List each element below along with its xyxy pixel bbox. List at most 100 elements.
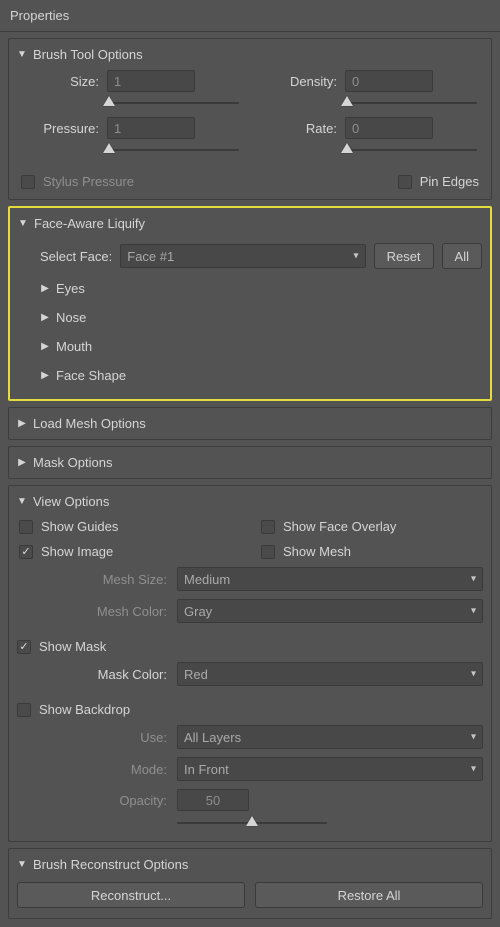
size-input[interactable] [107, 70, 195, 92]
eyes-label: Eyes [56, 281, 85, 296]
mask-color-value: Red [184, 667, 208, 682]
rate-slider[interactable] [345, 142, 477, 158]
show-image-label: Show Image [41, 544, 113, 559]
disclosure-right-icon: ▶ [40, 341, 50, 352]
mesh-size-dropdown[interactable]: Medium ▾ [177, 567, 483, 591]
pressure-input[interactable] [107, 117, 195, 139]
view-options-header[interactable]: ▼ View Options [17, 492, 483, 511]
select-face-dropdown[interactable]: Face #1 ▾ [120, 244, 365, 268]
density-input[interactable] [345, 70, 433, 92]
disclosure-right-icon: ▶ [17, 418, 27, 429]
pressure-label: Pressure: [17, 121, 99, 136]
size-label: Size: [17, 74, 99, 89]
disclosure-down-icon: ▼ [17, 496, 27, 507]
reset-button[interactable]: Reset [374, 243, 434, 269]
mode-value: In Front [184, 762, 229, 777]
slider-thumb-icon [103, 143, 115, 153]
show-backdrop-checkbox[interactable] [17, 703, 31, 717]
mask-options-section: ▶ Mask Options [8, 446, 492, 479]
rate-label: Rate: [255, 121, 337, 136]
density-slider[interactable] [345, 95, 477, 111]
view-options-section: ▼ View Options Show Guides Show Face Ove… [8, 485, 492, 842]
mask-options-title: Mask Options [33, 455, 112, 470]
face-shape-label: Face Shape [56, 368, 126, 383]
use-dropdown[interactable]: All Layers ▾ [177, 725, 483, 749]
stylus-pressure-checkbox[interactable] [21, 175, 35, 189]
stylus-pressure-label: Stylus Pressure [43, 174, 134, 189]
opacity-input[interactable] [177, 789, 249, 811]
show-guides-label: Show Guides [41, 519, 118, 534]
disclosure-right-icon: ▶ [40, 312, 50, 323]
show-mesh-checkbox[interactable] [261, 545, 275, 559]
slider-thumb-icon [246, 816, 258, 826]
eyes-subsection[interactable]: ▶ Eyes [40, 279, 85, 298]
mesh-size-label: Mesh Size: [17, 572, 167, 587]
show-guides-checkbox[interactable] [19, 520, 33, 534]
load-mesh-options-header[interactable]: ▶ Load Mesh Options [17, 414, 483, 433]
show-mask-checkbox[interactable] [17, 640, 31, 654]
use-value: All Layers [184, 730, 241, 745]
panel-title: Properties [0, 0, 500, 32]
rate-input[interactable] [345, 117, 433, 139]
mode-dropdown[interactable]: In Front ▾ [177, 757, 483, 781]
brush-tool-title: Brush Tool Options [33, 47, 143, 62]
nose-subsection[interactable]: ▶ Nose [40, 308, 86, 327]
mask-color-dropdown[interactable]: Red ▾ [177, 662, 483, 686]
chevron-down-icon: ▾ [471, 574, 476, 585]
slider-thumb-icon [341, 96, 353, 106]
select-face-label: Select Face: [40, 249, 112, 264]
use-label: Use: [17, 730, 167, 745]
slider-thumb-icon [103, 96, 115, 106]
show-mask-label: Show Mask [39, 639, 106, 654]
reconstruct-button[interactable]: Reconstruct... [17, 882, 245, 908]
show-face-overlay-label: Show Face Overlay [283, 519, 396, 534]
view-options-title: View Options [33, 494, 109, 509]
select-face-value: Face #1 [127, 249, 174, 264]
face-aware-title: Face-Aware Liquify [34, 216, 145, 231]
disclosure-down-icon: ▼ [17, 49, 27, 60]
density-label: Density: [255, 74, 337, 89]
disclosure-right-icon: ▶ [17, 457, 27, 468]
chevron-down-icon: ▾ [471, 764, 476, 775]
show-image-checkbox[interactable] [19, 545, 33, 559]
restore-all-button[interactable]: Restore All [255, 882, 483, 908]
mode-label: Mode: [17, 762, 167, 777]
opacity-label: Opacity: [17, 793, 167, 808]
mesh-color-value: Gray [184, 604, 212, 619]
opacity-slider[interactable] [177, 815, 327, 831]
pressure-slider[interactable] [107, 142, 239, 158]
disclosure-right-icon: ▶ [40, 283, 50, 294]
show-face-overlay-checkbox[interactable] [261, 520, 275, 534]
all-button[interactable]: All [442, 243, 482, 269]
chevron-down-icon: ▾ [354, 251, 359, 262]
mask-options-header[interactable]: ▶ Mask Options [17, 453, 483, 472]
disclosure-down-icon: ▼ [18, 218, 28, 229]
show-mesh-label: Show Mesh [283, 544, 351, 559]
face-aware-liquify-section: ▼ Face-Aware Liquify Select Face: Face #… [8, 206, 492, 401]
mouth-subsection[interactable]: ▶ Mouth [40, 337, 92, 356]
face-shape-subsection[interactable]: ▶ Face Shape [40, 366, 126, 385]
disclosure-right-icon: ▶ [40, 370, 50, 381]
chevron-down-icon: ▾ [471, 606, 476, 617]
brush-reconstruct-options-header[interactable]: ▼ Brush Reconstruct Options [17, 855, 483, 874]
mesh-color-dropdown[interactable]: Gray ▾ [177, 599, 483, 623]
brush-tool-options-header[interactable]: ▼ Brush Tool Options [17, 45, 483, 64]
mouth-label: Mouth [56, 339, 92, 354]
load-mesh-options-section: ▶ Load Mesh Options [8, 407, 492, 440]
mesh-size-value: Medium [184, 572, 230, 587]
brush-tool-options-section: ▼ Brush Tool Options Size: [8, 38, 492, 200]
chevron-down-icon: ▾ [471, 669, 476, 680]
size-slider[interactable] [107, 95, 239, 111]
face-aware-liquify-header[interactable]: ▼ Face-Aware Liquify [18, 214, 482, 233]
disclosure-down-icon: ▼ [17, 859, 27, 870]
pin-edges-label: Pin Edges [420, 174, 479, 189]
mask-color-label: Mask Color: [17, 667, 167, 682]
brush-reconstruct-options-section: ▼ Brush Reconstruct Options Reconstruct.… [8, 848, 492, 919]
panel-body: ▼ Brush Tool Options Size: [0, 38, 500, 927]
mesh-color-label: Mesh Color: [17, 604, 167, 619]
nose-label: Nose [56, 310, 86, 325]
show-backdrop-label: Show Backdrop [39, 702, 130, 717]
load-mesh-title: Load Mesh Options [33, 416, 146, 431]
slider-thumb-icon [341, 143, 353, 153]
pin-edges-checkbox[interactable] [398, 175, 412, 189]
